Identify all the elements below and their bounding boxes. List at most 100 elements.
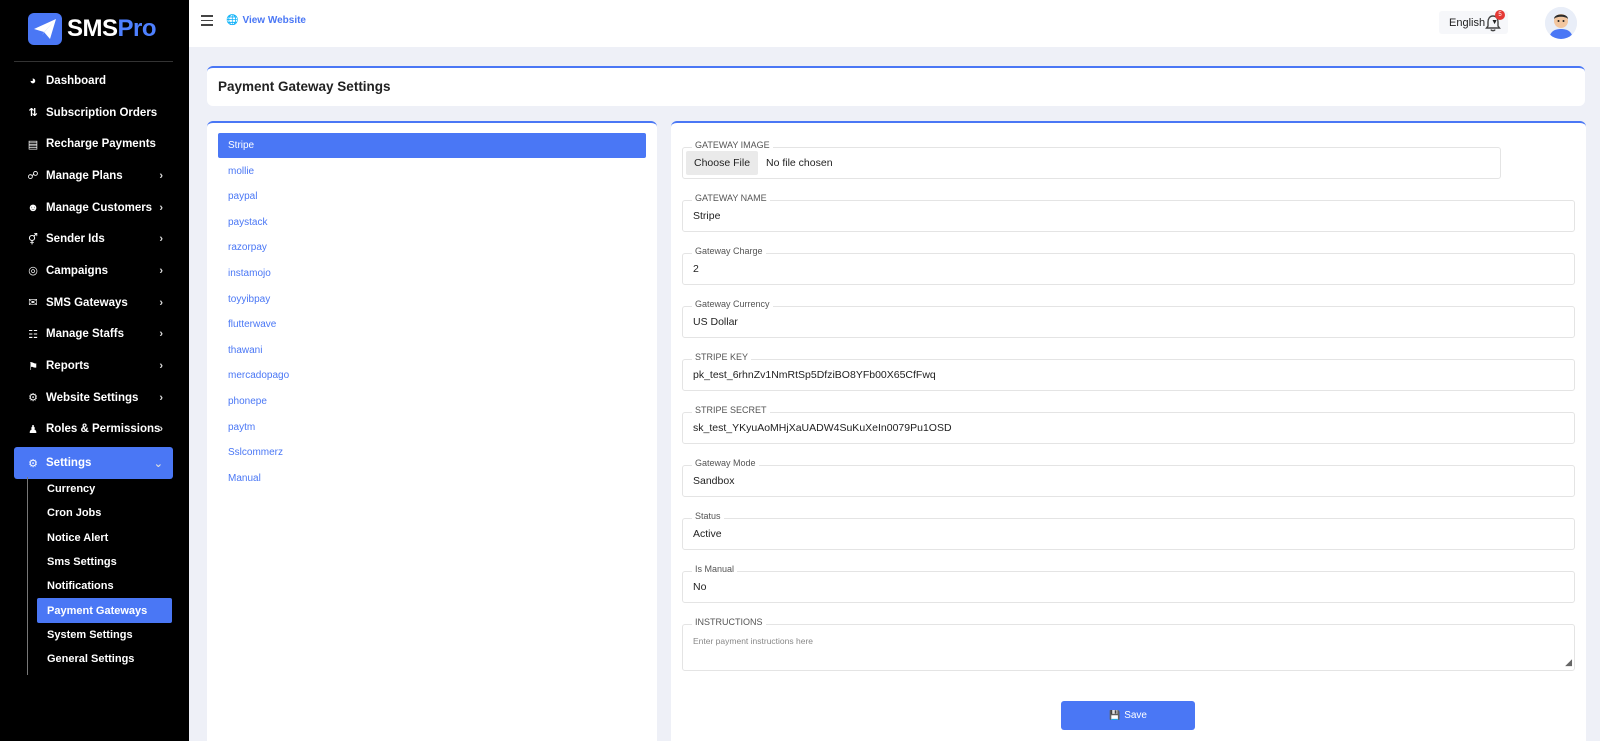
gateway-list-item[interactable]: instamojo [218, 261, 646, 286]
gateway-list-item[interactable]: paypal [218, 184, 646, 209]
sidebar-item-manage-plans[interactable]: ☍ Manage Plans › [14, 160, 173, 192]
gateway-list-item[interactable]: paytm [218, 415, 646, 440]
user-lock-icon: ♟ [28, 423, 38, 436]
sidebar-item-reports[interactable]: ⚑ Reports › [14, 350, 173, 382]
is-manual-select[interactable]: Is Manual No [682, 564, 1575, 603]
chevron-right-icon: › [159, 296, 163, 309]
choose-file-button[interactable]: Choose File [686, 151, 759, 175]
page-header-card: Payment Gateway Settings [207, 66, 1585, 106]
receipt-icon: ▤ [27, 138, 39, 151]
sidebar-item-subscription-orders[interactable]: ⇅ Subscription Orders [14, 97, 173, 129]
stripe-secret-label: STRIPE SECRET [692, 405, 770, 415]
subnav-item-notifications[interactable]: Notifications [28, 574, 173, 598]
sidebar-item-manage-staffs[interactable]: ☷ Manage Staffs › [14, 319, 173, 351]
topbar: 🌐 View Website English ▼ 5 [189, 0, 1600, 47]
gateway-list: Stripe mollie paypal paystack razorpay instam… [207, 121, 657, 741]
flag-icon: ⚑ [28, 360, 38, 373]
gateway-list-item[interactable]: thawani [218, 338, 646, 363]
gateway-name-label: GATEWAY NAME [692, 193, 770, 203]
instructions-textarea[interactable]: INSTRUCTIONS Enter payment instructions … [682, 617, 1575, 671]
chat-icon: ✉ [28, 297, 38, 310]
chevron-right-icon: › [159, 169, 163, 182]
gateway-currency-field[interactable]: Gateway Currency US Dollar [682, 299, 1575, 338]
gateway-mode-select[interactable]: Gateway Mode Sandbox [682, 458, 1575, 497]
gateway-currency-value: US Dollar [693, 316, 738, 328]
sidebar-item-label: Recharge Payments [46, 138, 156, 151]
status-select[interactable]: Status Active [682, 511, 1575, 550]
gear-icon: ⚙ [28, 457, 38, 470]
target-icon: ◎ [28, 265, 38, 278]
gateway-list-item[interactable]: Stripe [218, 133, 646, 158]
notification-badge: 5 [1495, 10, 1505, 20]
gateway-charge-field[interactable]: Gateway Charge 2 [682, 246, 1575, 285]
sidebar-item-label: Campaigns [46, 264, 108, 277]
view-website-link[interactable]: 🌐 View Website [226, 15, 306, 26]
subnav-item-system-settings[interactable]: System Settings [28, 623, 173, 647]
settings-subnav: Currency Cron Jobs Notice Alert Sms Setting… [27, 477, 173, 675]
sidebar-item-recharge-payments[interactable]: ▤ Recharge Payments [14, 128, 173, 160]
sidebar-item-label: Manage Plans [46, 169, 123, 182]
gateway-name-value: Stripe [693, 210, 721, 222]
sidebar-item-label: SMS Gateways [46, 296, 128, 309]
save-icon: 💾 [1108, 710, 1121, 720]
sidebar-item-settings[interactable]: ⚙ Settings ⌄ [14, 447, 173, 479]
gateway-charge-label: Gateway Charge [692, 246, 766, 256]
sidebar-nav: ◕ Dashboard ⇅ Subscription Orders ▤ Recharge … [14, 65, 173, 479]
avatar[interactable] [1545, 7, 1577, 39]
subnav-item-currency[interactable]: Currency [28, 477, 173, 501]
save-button[interactable]: 💾 Save [1061, 701, 1195, 730]
sidebar-item-dashboard[interactable]: ◕ Dashboard [14, 65, 173, 97]
gateway-image-label: GATEWAY IMAGE [692, 140, 773, 150]
chevron-right-icon: › [159, 201, 163, 214]
status-value: Active [693, 528, 722, 540]
language-label: English [1449, 16, 1486, 29]
sidebar-item-campaigns[interactable]: ◎ Campaigns › [14, 255, 173, 287]
gateway-name-field[interactable]: GATEWAY NAME Stripe [682, 193, 1575, 232]
instructions-placeholder: Enter payment instructions here [693, 636, 814, 646]
chevron-right-icon: › [159, 360, 163, 373]
gateway-list-item[interactable]: mercadopago [218, 363, 646, 388]
brand-logo[interactable]: SMSPro [28, 12, 157, 46]
gateway-list-item[interactable]: phonepe [218, 389, 646, 414]
chevron-right-icon: › [159, 328, 163, 341]
sidebar-item-website-settings[interactable]: ⚙ Website Settings › [14, 382, 173, 414]
brand-name: SMSPro [67, 15, 157, 42]
subnav-item-payment-gateways[interactable]: Payment Gateways [37, 598, 172, 623]
resize-handle-icon[interactable]: ◢ [1565, 657, 1572, 668]
gateway-list-item[interactable]: Manual [218, 466, 646, 491]
gender-icon: ⚥ [28, 233, 38, 246]
gateway-image-field[interactable]: GATEWAY IMAGE Choose File No file chosen [682, 140, 1501, 179]
status-label: Status [692, 511, 724, 521]
sidebar-item-label: Website Settings [46, 391, 139, 404]
sidebar-divider [14, 61, 173, 62]
sidebar-item-sms-gateways[interactable]: ✉ SMS Gateways › [14, 287, 173, 319]
gateway-mode-label: Gateway Mode [692, 458, 759, 468]
subnav-item-notice-alert[interactable]: Notice Alert [28, 526, 173, 550]
subnav-item-cron-jobs[interactable]: Cron Jobs [28, 501, 173, 525]
subnav-item-sms-settings[interactable]: Sms Settings [28, 550, 173, 574]
chevron-right-icon: › [159, 423, 163, 436]
sidebar-item-label: Manage Staffs [46, 328, 124, 341]
staff-icon: ☷ [28, 328, 38, 341]
subnav-item-general-settings[interactable]: General Settings [28, 647, 173, 671]
sidebar-item-label: Dashboard [46, 74, 107, 87]
gateway-list-item[interactable]: flutterwave [218, 312, 646, 337]
stripe-key-field[interactable]: STRIPE KEY pk_test_6rhnZv1NmRtSp5DfziBO8… [682, 352, 1575, 391]
stripe-secret-field[interactable]: STRIPE SECRET sk_test_YKyuAoMHjXaUADW4Su… [682, 405, 1575, 444]
sidebar-item-label: Manage Customers [46, 201, 153, 214]
gateway-list-item[interactable]: Sslcommerz [218, 440, 646, 465]
gateway-list-item[interactable]: toyyibpay [218, 287, 646, 312]
gauge-icon: ◕ [29, 74, 37, 87]
stripe-secret-value: sk_test_YKyuAoMHjXaUADW4SuKuXeIn0079Pu1O… [693, 422, 952, 434]
is-manual-label: Is Manual [692, 564, 738, 574]
sidebar-item-roles-permissions[interactable]: ♟ Roles & Permissions › [14, 414, 173, 446]
instructions-label: INSTRUCTIONS [692, 617, 766, 627]
gateway-settings-form: GATEWAY IMAGE Choose File No file chosen… [671, 121, 1586, 741]
gateway-list-item[interactable]: mollie [218, 159, 646, 184]
sidebar-item-sender-ids[interactable]: ⚥ Sender Ids › [14, 223, 173, 255]
gateway-list-item[interactable]: razorpay [218, 235, 646, 260]
gateway-currency-label: Gateway Currency [692, 299, 773, 309]
menu-toggle-icon[interactable] [201, 15, 213, 26]
sidebar-item-manage-customers[interactable]: ☻ Manage Customers › [14, 192, 173, 224]
gateway-list-item[interactable]: paystack [218, 210, 646, 235]
